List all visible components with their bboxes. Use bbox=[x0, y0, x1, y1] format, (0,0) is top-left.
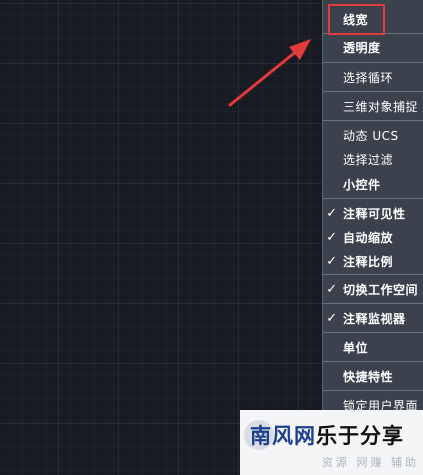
menu-item-label: 切换工作空间 bbox=[343, 282, 419, 297]
watermark-brand-b: 乐于分享 bbox=[316, 424, 404, 448]
menu-item-gizmo[interactable]: 小控件 bbox=[323, 171, 423, 197]
menu-item-label: 动态 UCS bbox=[343, 128, 399, 143]
menu-separator bbox=[323, 332, 423, 333]
menu-item-selection-cycling[interactable]: 选择循环 bbox=[323, 64, 423, 90]
menu-item-annotation-scale[interactable]: ✓ 注释比例 bbox=[323, 248, 423, 274]
menu-item-workspace-switching[interactable]: ✓ 切换工作空间 bbox=[323, 276, 423, 302]
menu-separator bbox=[323, 120, 423, 121]
checkmark-icon: ✓ bbox=[326, 253, 338, 269]
menu-item-label: 自动缩放 bbox=[343, 230, 394, 245]
menu-separator bbox=[323, 390, 423, 391]
menu-separator bbox=[323, 198, 423, 199]
menu-item-label: 注释比例 bbox=[343, 254, 394, 269]
menu-separator bbox=[323, 361, 423, 362]
menu-item-selection-filter[interactable]: 选择过滤 bbox=[323, 146, 423, 172]
checkmark-icon: ✓ bbox=[326, 205, 338, 221]
status-bar-customization-menu: 线宽 透明度 选择循环 三维对象捕捉 动态 UCS 选择过滤 小控件 ✓ 注释可… bbox=[322, 0, 423, 475]
highlight-box bbox=[328, 4, 385, 35]
menu-item-label: 透明度 bbox=[343, 40, 381, 55]
menu-item-label: 小控件 bbox=[343, 177, 381, 192]
menu-item-transparency[interactable]: 透明度 bbox=[323, 34, 423, 60]
watermark-brand-a: 南风网 bbox=[250, 424, 316, 448]
menu-item-label: 注释监视器 bbox=[343, 311, 406, 326]
menu-item-3d-object-snap[interactable]: 三维对象捕捉 bbox=[323, 93, 423, 119]
menu-item-dynamic-ucs[interactable]: 动态 UCS bbox=[323, 122, 423, 148]
menu-item-auto-scale[interactable]: ✓ 自动缩放 bbox=[323, 224, 423, 250]
menu-item-label: 选择循环 bbox=[343, 70, 394, 85]
menu-separator bbox=[323, 274, 423, 275]
menu-separator bbox=[323, 91, 423, 92]
menu-item-quick-properties[interactable]: 快捷特性 bbox=[323, 363, 423, 389]
checkmark-icon: ✓ bbox=[326, 229, 338, 245]
menu-item-label: 注释可见性 bbox=[343, 206, 406, 221]
menu-item-label: 三维对象捕捉 bbox=[343, 99, 419, 114]
menu-separator bbox=[323, 62, 423, 63]
menu-separator bbox=[323, 303, 423, 304]
menu-item-label: 快捷特性 bbox=[343, 369, 394, 384]
watermark-brand: 南风网乐于分享 bbox=[250, 420, 404, 450]
watermark-tagline: 资源 网赚 辅助 bbox=[322, 456, 419, 469]
menu-item-label: 单位 bbox=[343, 340, 369, 355]
menu-item-units[interactable]: 单位 bbox=[323, 334, 423, 360]
menu-item-annotation-monitor[interactable]: ✓ 注释监视器 bbox=[323, 305, 423, 331]
checkmark-icon: ✓ bbox=[326, 281, 338, 297]
menu-item-label: 选择过滤 bbox=[343, 152, 394, 167]
menu-item-annotation-visibility[interactable]: ✓ 注释可见性 bbox=[323, 200, 423, 226]
checkmark-icon: ✓ bbox=[326, 310, 338, 326]
